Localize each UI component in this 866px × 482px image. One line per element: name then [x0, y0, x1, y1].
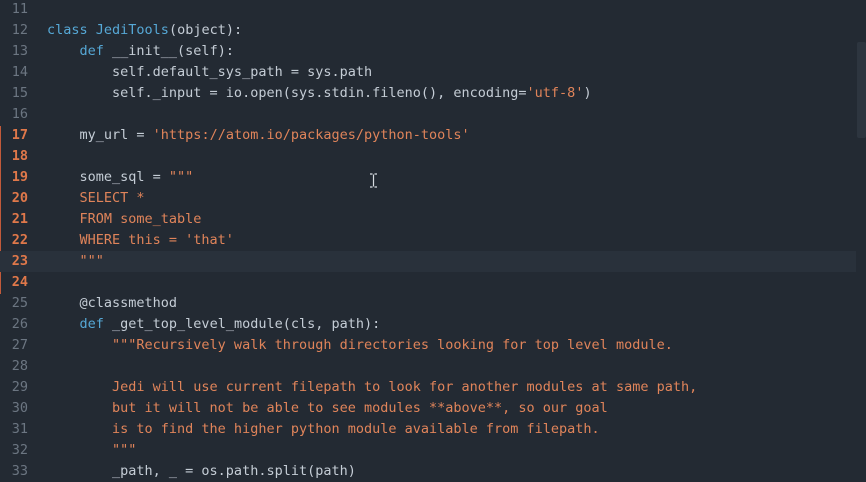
- line-code: def _get_top_level_module(cls, path):: [47, 314, 381, 335]
- code-token: self.default_sys_path = sys.path: [47, 64, 373, 80]
- code-line[interactable]: 21 FROM some_table: [0, 209, 856, 230]
- code-line[interactable]: 20 SELECT *: [0, 188, 856, 209]
- line-number: 31: [11, 421, 28, 437]
- code-line[interactable]: 27 """Recursively walk through directori…: [0, 335, 856, 356]
- line-number: 22: [11, 232, 28, 248]
- line-number: 24: [11, 274, 28, 290]
- code-line[interactable]: 11: [0, 0, 856, 20]
- line-code: self.default_sys_path = sys.path: [47, 62, 372, 83]
- line-number: 23: [11, 253, 28, 269]
- code-token: @classmethod: [47, 295, 178, 311]
- code-line[interactable]: 14 self.default_sys_path = sys.path: [0, 62, 856, 83]
- code-token: 'utf-8': [526, 85, 584, 101]
- line-code: """: [47, 440, 136, 461]
- code-line[interactable]: 17 my_url = 'https://atom.io/packages/py…: [0, 125, 856, 146]
- line-number: 13: [11, 43, 28, 59]
- line-number: 29: [11, 379, 28, 395]
- code-token: class: [47, 22, 96, 38]
- vertical-scrollbar[interactable]: [857, 42, 866, 138]
- line-number: 33: [11, 463, 28, 479]
- code-token: _get_top_level_module(cls, path):: [112, 316, 381, 332]
- line-number: 12: [11, 22, 28, 38]
- line-number: 18: [11, 148, 28, 164]
- code-token: def: [47, 43, 113, 59]
- code-token: some_sql =: [47, 169, 169, 185]
- code-token: WHERE this = 'that': [47, 232, 234, 248]
- code-token: ): [583, 85, 592, 101]
- code-token: 'https://atom.io/packages/python-tools': [152, 127, 470, 143]
- line-code: my_url = 'https://atom.io/packages/pytho…: [47, 125, 470, 146]
- code-token: __init__(self):: [112, 43, 234, 59]
- line-number: 14: [11, 64, 28, 80]
- line-code: Jedi will use current filepath to look f…: [47, 377, 697, 398]
- line-code: class JediTools(object):: [47, 20, 242, 41]
- code-line[interactable]: 13 def __init__(self):: [0, 41, 856, 62]
- code-line[interactable]: 25 @classmethod: [0, 293, 856, 314]
- code-token: FROM some_table: [47, 211, 202, 227]
- code-token: but it will not be able to see modules *…: [47, 400, 608, 416]
- code-token: is to find the higher python module avai…: [47, 421, 600, 437]
- line-code: but it will not be able to see modules *…: [47, 398, 608, 419]
- line-code: some_sql = """: [47, 167, 194, 188]
- code-line[interactable]: 29 Jedi will use current filepath to loo…: [0, 377, 856, 398]
- code-line[interactable]: 26 def _get_top_level_module(cls, path):: [0, 314, 856, 335]
- code-token: _path, _ = os.path.split(path): [47, 463, 356, 479]
- line-number: 28: [11, 358, 28, 374]
- code-token: """Recursively walk through directories …: [47, 337, 673, 353]
- line-code: SELECT *: [47, 188, 145, 209]
- line-number: 20: [11, 190, 28, 206]
- line-number: 25: [11, 295, 28, 311]
- code-token: """: [47, 253, 104, 269]
- code-line[interactable]: 15 self._input = io.open(sys.stdin.filen…: [0, 83, 856, 104]
- code-token: (object):: [168, 22, 243, 38]
- code-token: def: [47, 316, 113, 332]
- line-number: 19: [11, 169, 28, 185]
- line-code: """: [47, 251, 104, 272]
- line-number: 11: [11, 1, 28, 17]
- line-code: self._input = io.open(sys.stdin.fileno()…: [47, 83, 592, 104]
- code-token: SELECT *: [47, 190, 145, 206]
- code-line[interactable]: 18: [0, 146, 856, 167]
- line-number: 32: [11, 442, 28, 458]
- line-number: 21: [11, 211, 28, 227]
- line-number: 27: [11, 337, 28, 353]
- code-editor[interactable]: 11 12 class JediTools(object): 13 def __ini…: [0, 0, 866, 479]
- code-token: """: [47, 442, 137, 458]
- line-code: _path, _ = os.path.split(path): [47, 461, 356, 482]
- code-line[interactable]: 33 _path, _ = os.path.split(path): [0, 461, 856, 482]
- code-token: Jedi will use current filepath to look f…: [47, 379, 698, 395]
- code-line[interactable]: 31 is to find the higher python module a…: [0, 419, 856, 440]
- line-code: FROM some_table: [47, 209, 202, 230]
- line-code: WHERE this = 'that': [47, 230, 234, 251]
- line-number: 17: [11, 127, 28, 143]
- code-line[interactable]: 24: [0, 272, 856, 293]
- code-line[interactable]: 19 some_sql = """: [0, 167, 856, 188]
- line-code: @classmethod: [47, 293, 178, 314]
- code-token: JediTools: [95, 22, 169, 38]
- line-code: def __init__(self):: [47, 41, 234, 62]
- line-number: 15: [11, 85, 28, 101]
- line-number: 26: [11, 316, 28, 332]
- code-token: my_url =: [47, 127, 153, 143]
- code-line[interactable]: 22 WHERE this = 'that': [0, 230, 856, 251]
- i-beam-cursor-icon: [370, 173, 377, 188]
- line-number: 16: [11, 106, 28, 122]
- code-line[interactable]: 16: [0, 104, 856, 125]
- line-number: 30: [11, 400, 28, 416]
- line-code: is to find the higher python module avai…: [47, 419, 600, 440]
- line-code: """Recursively walk through directories …: [47, 335, 673, 356]
- code-line[interactable]: 32 """: [0, 440, 856, 461]
- code-token: """: [168, 169, 194, 185]
- code-line[interactable]: 28: [0, 356, 856, 377]
- code-line[interactable]: 23 """: [0, 251, 856, 272]
- code-token: self._input = io.open(sys.stdin.fileno()…: [47, 85, 527, 101]
- code-line[interactable]: 30 but it will not be able to see module…: [0, 398, 856, 419]
- code-line[interactable]: 12 class JediTools(object):: [0, 20, 856, 41]
